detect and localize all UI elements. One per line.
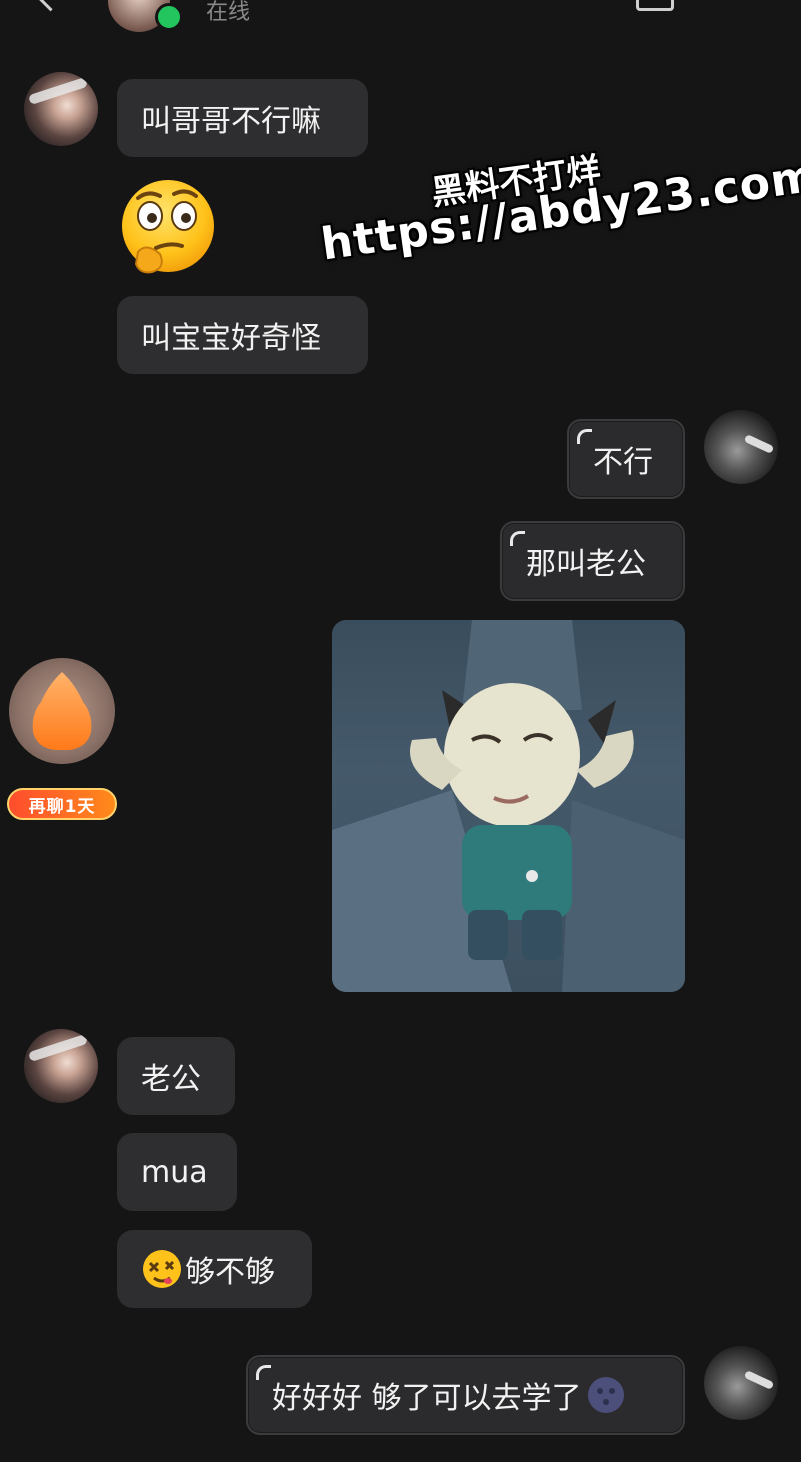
incoming-message: mua — [117, 1133, 237, 1211]
incoming-message: 叫宝宝好奇怪 — [117, 296, 368, 374]
message-text: 叫哥哥不行嘛 — [141, 104, 321, 139]
contact-status: 在线 — [206, 0, 251, 25]
incoming-message: 老公 — [117, 1037, 235, 1115]
my-avatar[interactable] — [704, 410, 778, 484]
outgoing-message: 不行 — [567, 419, 685, 499]
companion-avatar[interactable] — [9, 658, 115, 764]
corner-mark-icon — [510, 531, 525, 546]
contact-message-avatar[interactable] — [24, 72, 98, 146]
message-text: 那叫老公 — [526, 547, 646, 582]
image-message[interactable] — [332, 620, 685, 992]
moon-face-emoji-icon — [586, 1375, 626, 1415]
message-text: 叫宝宝好奇怪 — [141, 321, 321, 356]
streak-badge-label: 再聊1天 — [28, 796, 96, 817]
incoming-message: 够不够 — [117, 1230, 312, 1308]
streak-badge: 再聊1天 — [7, 788, 117, 820]
header-bar: 在线 — [0, 0, 801, 40]
corner-mark-icon — [577, 429, 592, 444]
dizzy-face-emoji-icon — [141, 1248, 183, 1290]
message-text: mua — [141, 1154, 208, 1190]
online-indicator-icon — [155, 3, 183, 31]
corner-mark-icon — [256, 1365, 271, 1380]
back-icon[interactable] — [35, 0, 66, 12]
message-text: 老公 — [141, 1062, 201, 1097]
outgoing-message: 那叫老公 — [500, 521, 685, 601]
incoming-message: 叫哥哥不行嘛 — [117, 79, 368, 157]
meme-picture — [332, 620, 685, 992]
message-text: 不行 — [593, 445, 653, 480]
outgoing-message: 好好好 够了可以去学了 — [246, 1355, 685, 1435]
message-text: 好好好 够了可以去学了 — [272, 1381, 582, 1416]
video-call-icon[interactable] — [636, 0, 674, 11]
contact-message-avatar[interactable] — [24, 1029, 98, 1103]
my-avatar[interactable] — [704, 1346, 778, 1420]
message-text: 够不够 — [185, 1255, 275, 1290]
thinking-emoji-icon — [116, 178, 220, 278]
